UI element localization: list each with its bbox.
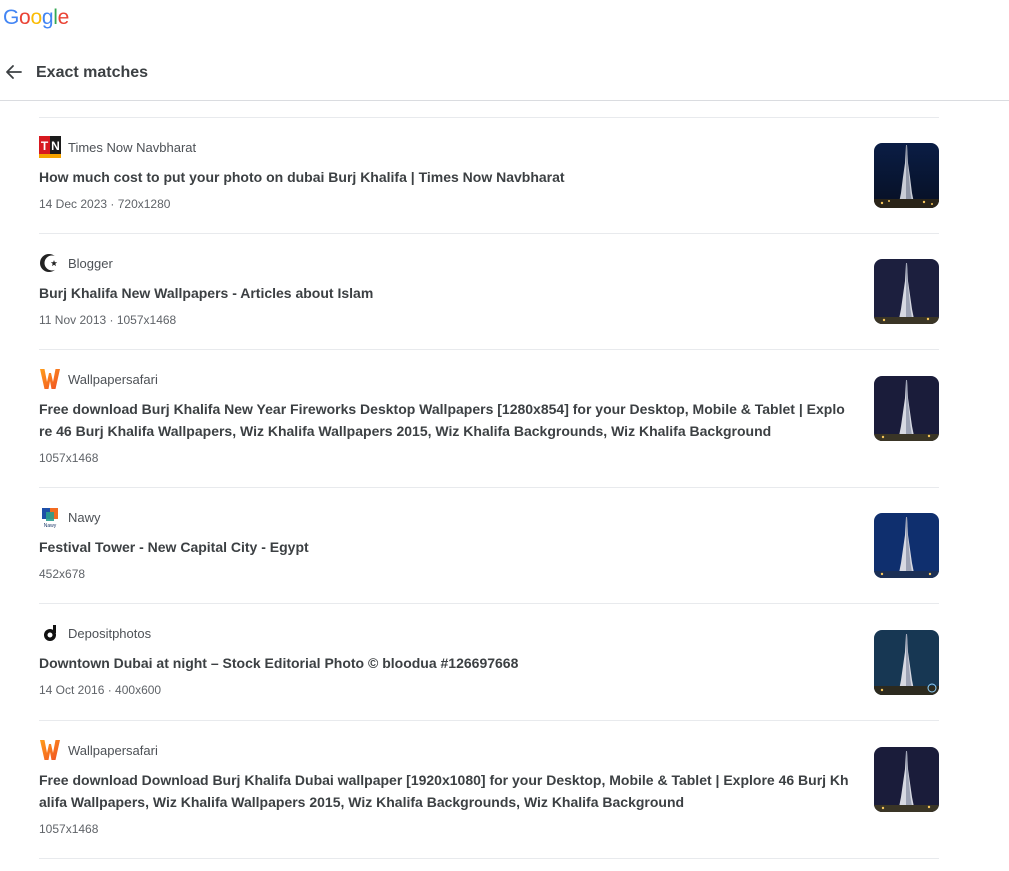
- result-thumbnail[interactable]: [874, 513, 939, 578]
- source-name: Blogger: [68, 255, 113, 271]
- wallpapersafari-w-icon: [39, 739, 61, 761]
- source-name: Wallpapersafari: [68, 742, 158, 758]
- logo-letter: o: [30, 6, 42, 29]
- result-thumbnail[interactable]: [874, 630, 939, 695]
- result-meta: 11 Nov 2013 · 1057x1468: [39, 313, 177, 327]
- source-row[interactable]: Nawy Nawy: [39, 506, 849, 528]
- logo-letter: G: [3, 6, 20, 29]
- google-logo[interactable]: Google: [3, 5, 69, 31]
- list-item[interactable]: T N Times Now Navbharat How much cost to…: [39, 118, 939, 234]
- result-meta: 1057x1468: [39, 451, 99, 465]
- result-title[interactable]: Free download Burj Khalifa New Year Fire…: [39, 398, 849, 442]
- logo-letter: g: [41, 6, 54, 29]
- result-title[interactable]: How much cost to put your photo on dubai…: [39, 166, 849, 188]
- exact-matches-header: Exact matches: [0, 56, 1009, 101]
- source-name: Depositphotos: [68, 625, 152, 641]
- results-list: T N Times Now Navbharat How much cost to…: [39, 117, 939, 859]
- logo-letter: e: [57, 6, 70, 29]
- list-item[interactable]: Wallpapersafari Free download Burj Khali…: [39, 350, 939, 488]
- nawy-logo-icon: Nawy: [39, 506, 61, 528]
- result-title[interactable]: Downtown Dubai at night – Stock Editoria…: [39, 652, 849, 674]
- source-name: Nawy: [68, 509, 101, 525]
- result-meta: 452x678: [39, 567, 86, 581]
- crescent-star-icon: [39, 252, 61, 274]
- result-title[interactable]: Free download Download Burj Khalifa Duba…: [39, 769, 849, 813]
- list-item[interactable]: Blogger Burj Khalifa New Wallpapers - Ar…: [39, 234, 939, 350]
- result-meta: 1057x1468: [39, 822, 99, 836]
- list-item[interactable]: Depositphotos Downtown Dubai at night – …: [39, 604, 939, 721]
- result-meta: 14 Dec 2023 · 720x1280: [39, 197, 171, 211]
- svg-text:Nawy: Nawy: [44, 523, 57, 528]
- source-name: Wallpapersafari: [68, 371, 158, 387]
- page-title: Exact matches: [36, 64, 149, 81]
- result-thumbnail[interactable]: [874, 376, 939, 441]
- wallpapersafari-w-icon: [39, 368, 61, 390]
- list-item[interactable]: Wallpapersafari Free download Download B…: [39, 721, 939, 859]
- svg-text:T: T: [41, 139, 49, 153]
- source-row[interactable]: Wallpapersafari: [39, 739, 849, 761]
- list-item[interactable]: Nawy Nawy Festival Tower - New Capital C…: [39, 488, 939, 604]
- source-row[interactable]: Wallpapersafari: [39, 368, 849, 390]
- source-name: Times Now Navbharat: [68, 139, 197, 155]
- source-row[interactable]: Depositphotos: [39, 622, 849, 644]
- svg-text:N: N: [51, 139, 60, 153]
- result-title[interactable]: Festival Tower - New Capital City - Egyp…: [39, 536, 849, 558]
- result-thumbnail[interactable]: [874, 747, 939, 812]
- result-meta: 14 Oct 2016 · 400x600: [39, 683, 162, 697]
- tn-logo-icon: T N: [39, 136, 61, 158]
- result-title[interactable]: Burj Khalifa New Wallpapers - Articles a…: [39, 282, 849, 304]
- source-row[interactable]: Blogger: [39, 252, 849, 274]
- logo-letter: o: [19, 6, 31, 29]
- result-thumbnail[interactable]: [874, 259, 939, 324]
- source-row[interactable]: T N Times Now Navbharat: [39, 136, 849, 158]
- result-thumbnail[interactable]: [874, 143, 939, 208]
- depositphotos-logo-icon: [39, 622, 61, 644]
- back-arrow-icon[interactable]: [4, 62, 24, 82]
